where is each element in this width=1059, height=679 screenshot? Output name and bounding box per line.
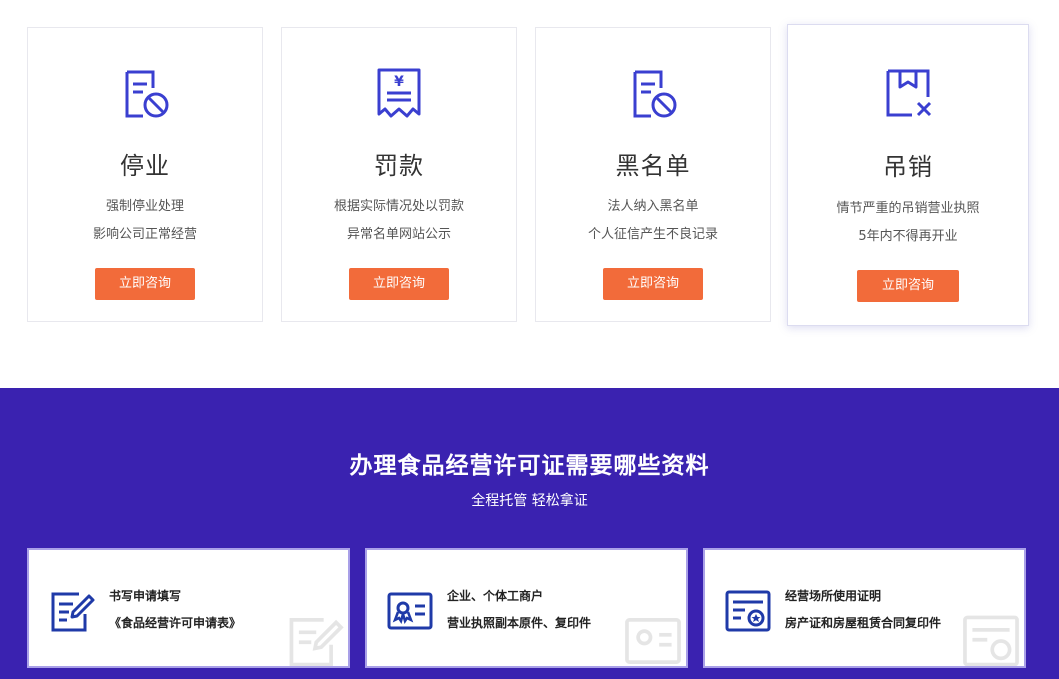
- card-desc-line2: 5年内不得再开业: [858, 229, 958, 244]
- card-title: 停业: [120, 152, 170, 180]
- material-title: 书写申请填写: [109, 589, 182, 603]
- card-blacklist: 黑名单 法人纳入黑名单 个人征信产生不良记录 立即咨询: [535, 27, 771, 322]
- card-title: 黑名单: [615, 152, 691, 180]
- document-prohibited-icon: [633, 70, 677, 118]
- receipt-yen-icon: ¥: [377, 68, 421, 118]
- certificate-watermark-icon: [963, 615, 1019, 666]
- consult-button[interactable]: 立即咨询: [603, 268, 703, 300]
- card-revocation: 吊销 情节严重的吊销营业执照 5年内不得再开业 立即咨询: [787, 24, 1029, 326]
- box-cancel-icon: [886, 69, 932, 117]
- material-detail: 《食品经营许可申请表》: [109, 616, 242, 630]
- material-title: 经营场所使用证明: [785, 589, 882, 603]
- svg-text:¥: ¥: [394, 74, 404, 90]
- card-desc-line2: 异常名单网站公示: [346, 227, 451, 242]
- certificate-icon: [725, 590, 771, 632]
- consult-button[interactable]: 立即咨询: [857, 270, 959, 302]
- material-title: 企业、个体工商户: [447, 589, 544, 603]
- card-title: 吊销: [883, 153, 933, 181]
- card-desc-line1: 情节严重的吊销营业执照: [836, 201, 980, 216]
- materials-section: 办理食品经营许可证需要哪些资料 全程托管 轻松拿证 书写申请填写 《食品经营许可…: [0, 388, 1059, 679]
- card-fine: ¥ 罚款 根据实际情况处以罚款 异常名单网站公示 立即咨询: [281, 27, 517, 322]
- consult-button[interactable]: 立即咨询: [349, 268, 449, 300]
- document-prohibited-icon: [125, 70, 169, 118]
- material-detail: 营业执照副本原件、复印件: [447, 616, 592, 630]
- material-item-business-license: 企业、个体工商户 营业执照副本原件、复印件: [365, 548, 688, 668]
- consequence-section: 停业 强制停业处理 影响公司正常经营 立即咨询 ¥ 罚款 根据实际情况处以罚款 …: [0, 0, 1059, 388]
- material-detail: 房产证和房屋租赁合同复印件: [785, 616, 942, 630]
- card-desc-line2: 个人征信产生不良记录: [587, 227, 718, 242]
- section-subheading: 全程托管 轻松拿证: [471, 493, 588, 509]
- material-item-application-form: 书写申请填写 《食品经营许可申请表》: [27, 548, 350, 668]
- id-card-icon: [387, 592, 433, 630]
- card-title: 罚款: [374, 152, 424, 180]
- card-suspension: 停业 强制停业处理 影响公司正常经营 立即咨询: [27, 27, 263, 322]
- form-edit-watermark-icon: [289, 618, 344, 666]
- section-heading: 办理食品经营许可证需要哪些资料: [349, 453, 710, 479]
- material-item-premises-proof: 经营场所使用证明 房产证和房屋租赁合同复印件: [703, 548, 1026, 668]
- card-desc-line1: 法人纳入黑名单: [607, 199, 699, 214]
- card-desc-line1: 根据实际情况处以罚款: [333, 199, 464, 214]
- form-edit-icon: [51, 592, 95, 632]
- consult-button[interactable]: 立即咨询: [95, 268, 195, 300]
- card-desc-line1: 强制停业处理: [105, 199, 184, 214]
- id-card-watermark-icon: [625, 618, 681, 664]
- card-desc-line2: 影响公司正常经营: [92, 227, 197, 242]
